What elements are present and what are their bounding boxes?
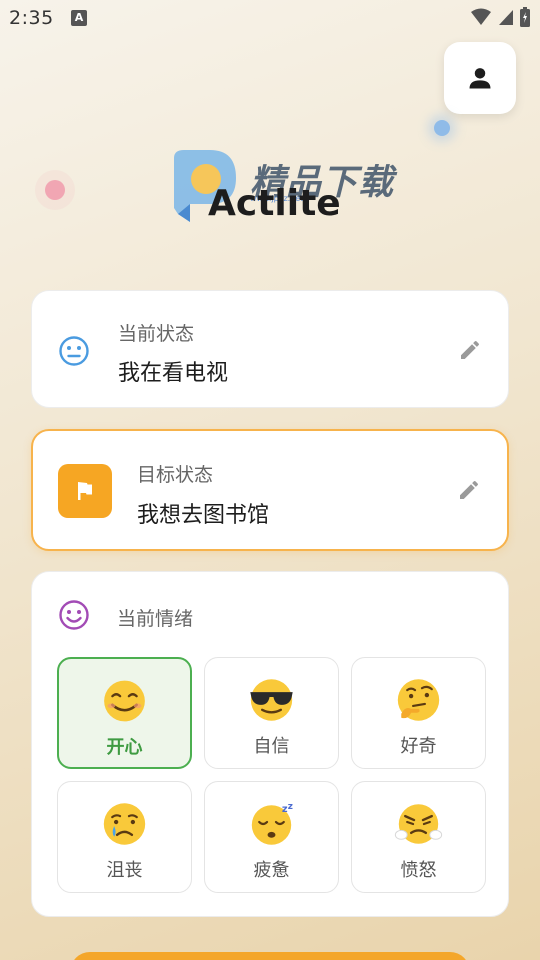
smile-face-icon (59, 600, 89, 630)
decorative-dot-pink (45, 180, 65, 200)
mood-tile-confident[interactable]: 自信 (204, 657, 339, 769)
mood-tile-tired[interactable]: z z 疲惫 (204, 781, 339, 893)
profile-button[interactable] (444, 42, 516, 114)
mood-label: 沮丧 (106, 860, 143, 881)
sleeping-emoji-icon: z z (251, 802, 293, 845)
angry-emoji-icon (394, 804, 443, 844)
mood-label: 开心 (106, 737, 143, 758)
mood-tile-angry[interactable]: 愤怒 (351, 781, 486, 893)
signal-icon (499, 10, 513, 25)
thinking-emoji-icon (397, 679, 440, 721)
target-status-value: 我想去图书馆 (137, 503, 270, 528)
flag-icon (78, 482, 92, 500)
svg-text:z: z (288, 802, 293, 812)
crying-emoji-icon (103, 803, 146, 845)
notification-icon: A (71, 10, 87, 26)
current-status-card[interactable]: 当前状态 我在看电视 (31, 290, 509, 408)
person-icon (469, 68, 491, 89)
status-bar: 2:35 A (0, 0, 540, 36)
app-title: Actlite (208, 183, 341, 224)
edit-current-status-icon[interactable] (458, 338, 482, 362)
mood-label: 自信 (253, 736, 290, 757)
neutral-face-icon (59, 336, 89, 366)
mood-label: 愤怒 (400, 860, 437, 881)
current-status-label: 当前状态 (118, 323, 195, 345)
bottom-action-button[interactable] (70, 952, 470, 960)
emotion-card: 当前情绪 开心 自信 好奇 沮丧 z z 疲惫 愤怒 (31, 571, 509, 917)
decorative-dot-blue (434, 120, 450, 136)
mood-tile-happy[interactable]: 开心 (57, 657, 192, 769)
target-status-label: 目标状态 (137, 464, 214, 486)
target-status-card[interactable]: 目标状态 我想去图书馆 (31, 429, 509, 551)
wifi-icon (471, 8, 491, 25)
battery-icon (520, 7, 530, 27)
sunglasses-emoji-icon (250, 679, 293, 721)
mood-tile-depressed[interactable]: 沮丧 (57, 781, 192, 893)
happy-emoji-icon (104, 680, 145, 722)
mood-tile-curious[interactable]: 好奇 (351, 657, 486, 769)
system-icons (470, 7, 530, 27)
status-time: 2:35 (9, 7, 54, 29)
mood-label: 好奇 (400, 736, 437, 757)
mood-label: 疲惫 (253, 860, 290, 881)
current-status-value: 我在看电视 (118, 361, 229, 386)
edit-target-status-icon[interactable] (457, 478, 481, 502)
target-flag-badge (58, 464, 112, 518)
emotion-label: 当前情绪 (117, 608, 194, 630)
